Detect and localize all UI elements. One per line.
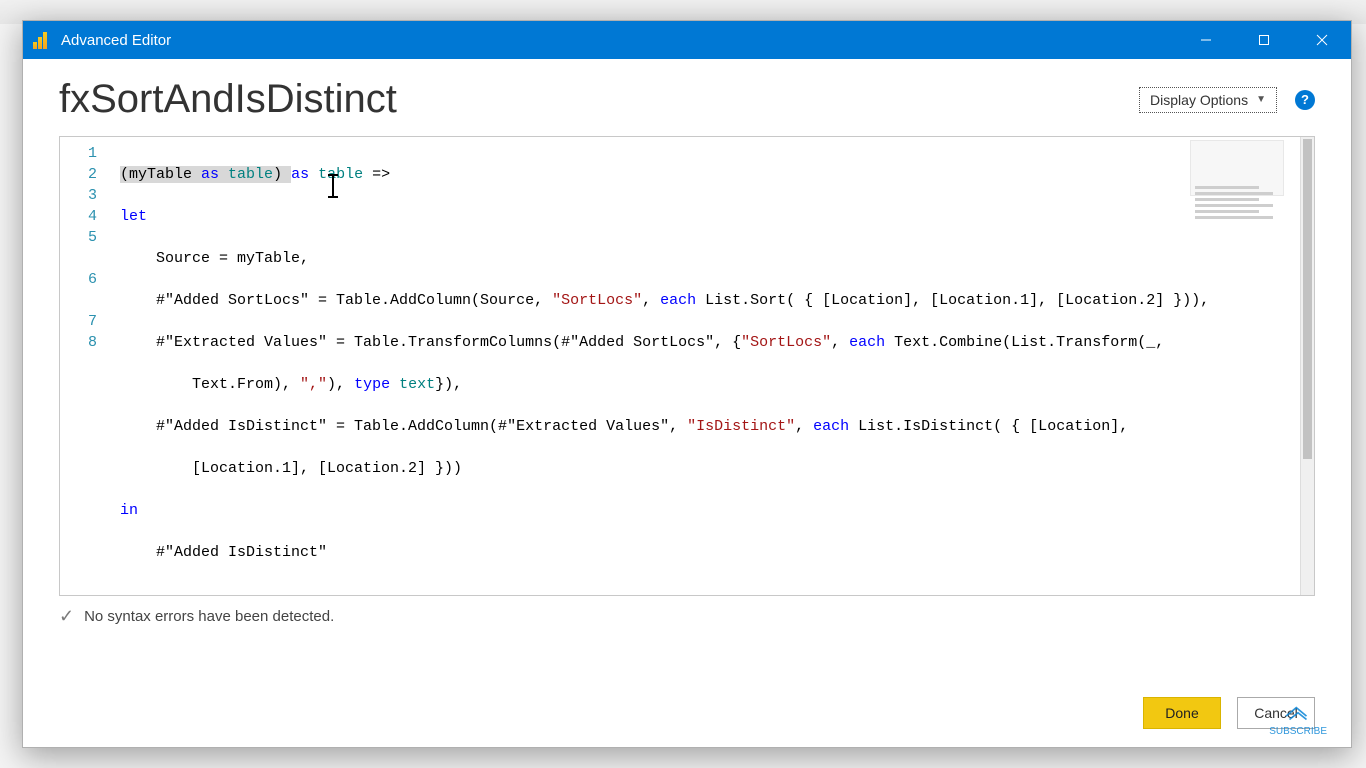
window-title: Advanced Editor <box>61 32 171 49</box>
display-options-dropdown[interactable]: Display Options ▼ <box>1139 87 1277 113</box>
line-number: 3 <box>60 185 115 206</box>
powerbi-logo-icon <box>33 31 51 49</box>
line-number: 5 <box>60 227 115 248</box>
content-area: fxSortAndIsDistinct Display Options ▼ ? … <box>23 59 1351 747</box>
code-line: #"Added IsDistinct" = Table.AddColumn(#"… <box>120 416 1296 437</box>
minimize-button[interactable] <box>1177 21 1235 59</box>
display-options-label: Display Options <box>1150 92 1248 108</box>
code-line: [Location.1], [Location.2] })) <box>120 458 1296 479</box>
syntax-status: ✓ No syntax errors have been detected. <box>59 606 1315 627</box>
close-button[interactable] <box>1293 21 1351 59</box>
code-line: Source = myTable, <box>120 248 1296 269</box>
dialog-footer: Done Cancel <box>1143 697 1315 729</box>
advanced-editor-window: Advanced Editor fxSortAndIsDistinct Disp… <box>22 20 1352 748</box>
done-button[interactable]: Done <box>1143 697 1221 729</box>
window-controls <box>1177 21 1351 59</box>
code-area[interactable]: (myTable as table) as table => let Sourc… <box>116 137 1300 595</box>
cancel-button[interactable]: Cancel <box>1237 697 1315 729</box>
code-minimap[interactable] <box>1190 140 1284 196</box>
status-message: No syntax errors have been detected. <box>84 608 334 625</box>
query-name: fxSortAndIsDistinct <box>59 77 397 122</box>
heading-row: fxSortAndIsDistinct Display Options ▼ ? <box>59 77 1315 122</box>
check-icon: ✓ <box>59 606 74 627</box>
code-line: #"Added IsDistinct" <box>120 542 1296 563</box>
chevron-down-icon: ▼ <box>1256 94 1266 105</box>
vertical-scrollbar[interactable] <box>1300 137 1314 595</box>
header-tools: Display Options ▼ ? <box>1139 87 1315 113</box>
code-editor[interactable]: 1 2 3 4 5 6 7 8 (myTable as table) as ta… <box>59 136 1315 596</box>
line-number: 7 <box>60 311 115 332</box>
line-number: 4 <box>60 206 115 227</box>
code-line: #"Extracted Values" = Table.TransformCol… <box>120 332 1296 353</box>
code-line: let <box>120 206 1296 227</box>
code-line: Text.From), ","), type text}), <box>120 374 1296 395</box>
help-icon[interactable]: ? <box>1295 90 1315 110</box>
code-line: in <box>120 500 1296 521</box>
line-number: 8 <box>60 332 115 353</box>
line-number: 6 <box>60 269 115 290</box>
scrollbar-thumb[interactable] <box>1303 139 1312 459</box>
line-number: 2 <box>60 164 115 185</box>
line-number: 1 <box>60 143 115 164</box>
maximize-button[interactable] <box>1235 21 1293 59</box>
titlebar: Advanced Editor <box>23 21 1351 59</box>
code-line: #"Added SortLocs" = Table.AddColumn(Sour… <box>120 290 1296 311</box>
code-line: (myTable as table) as table => <box>120 164 1296 185</box>
line-number-gutter: 1 2 3 4 5 6 7 8 <box>60 137 116 595</box>
